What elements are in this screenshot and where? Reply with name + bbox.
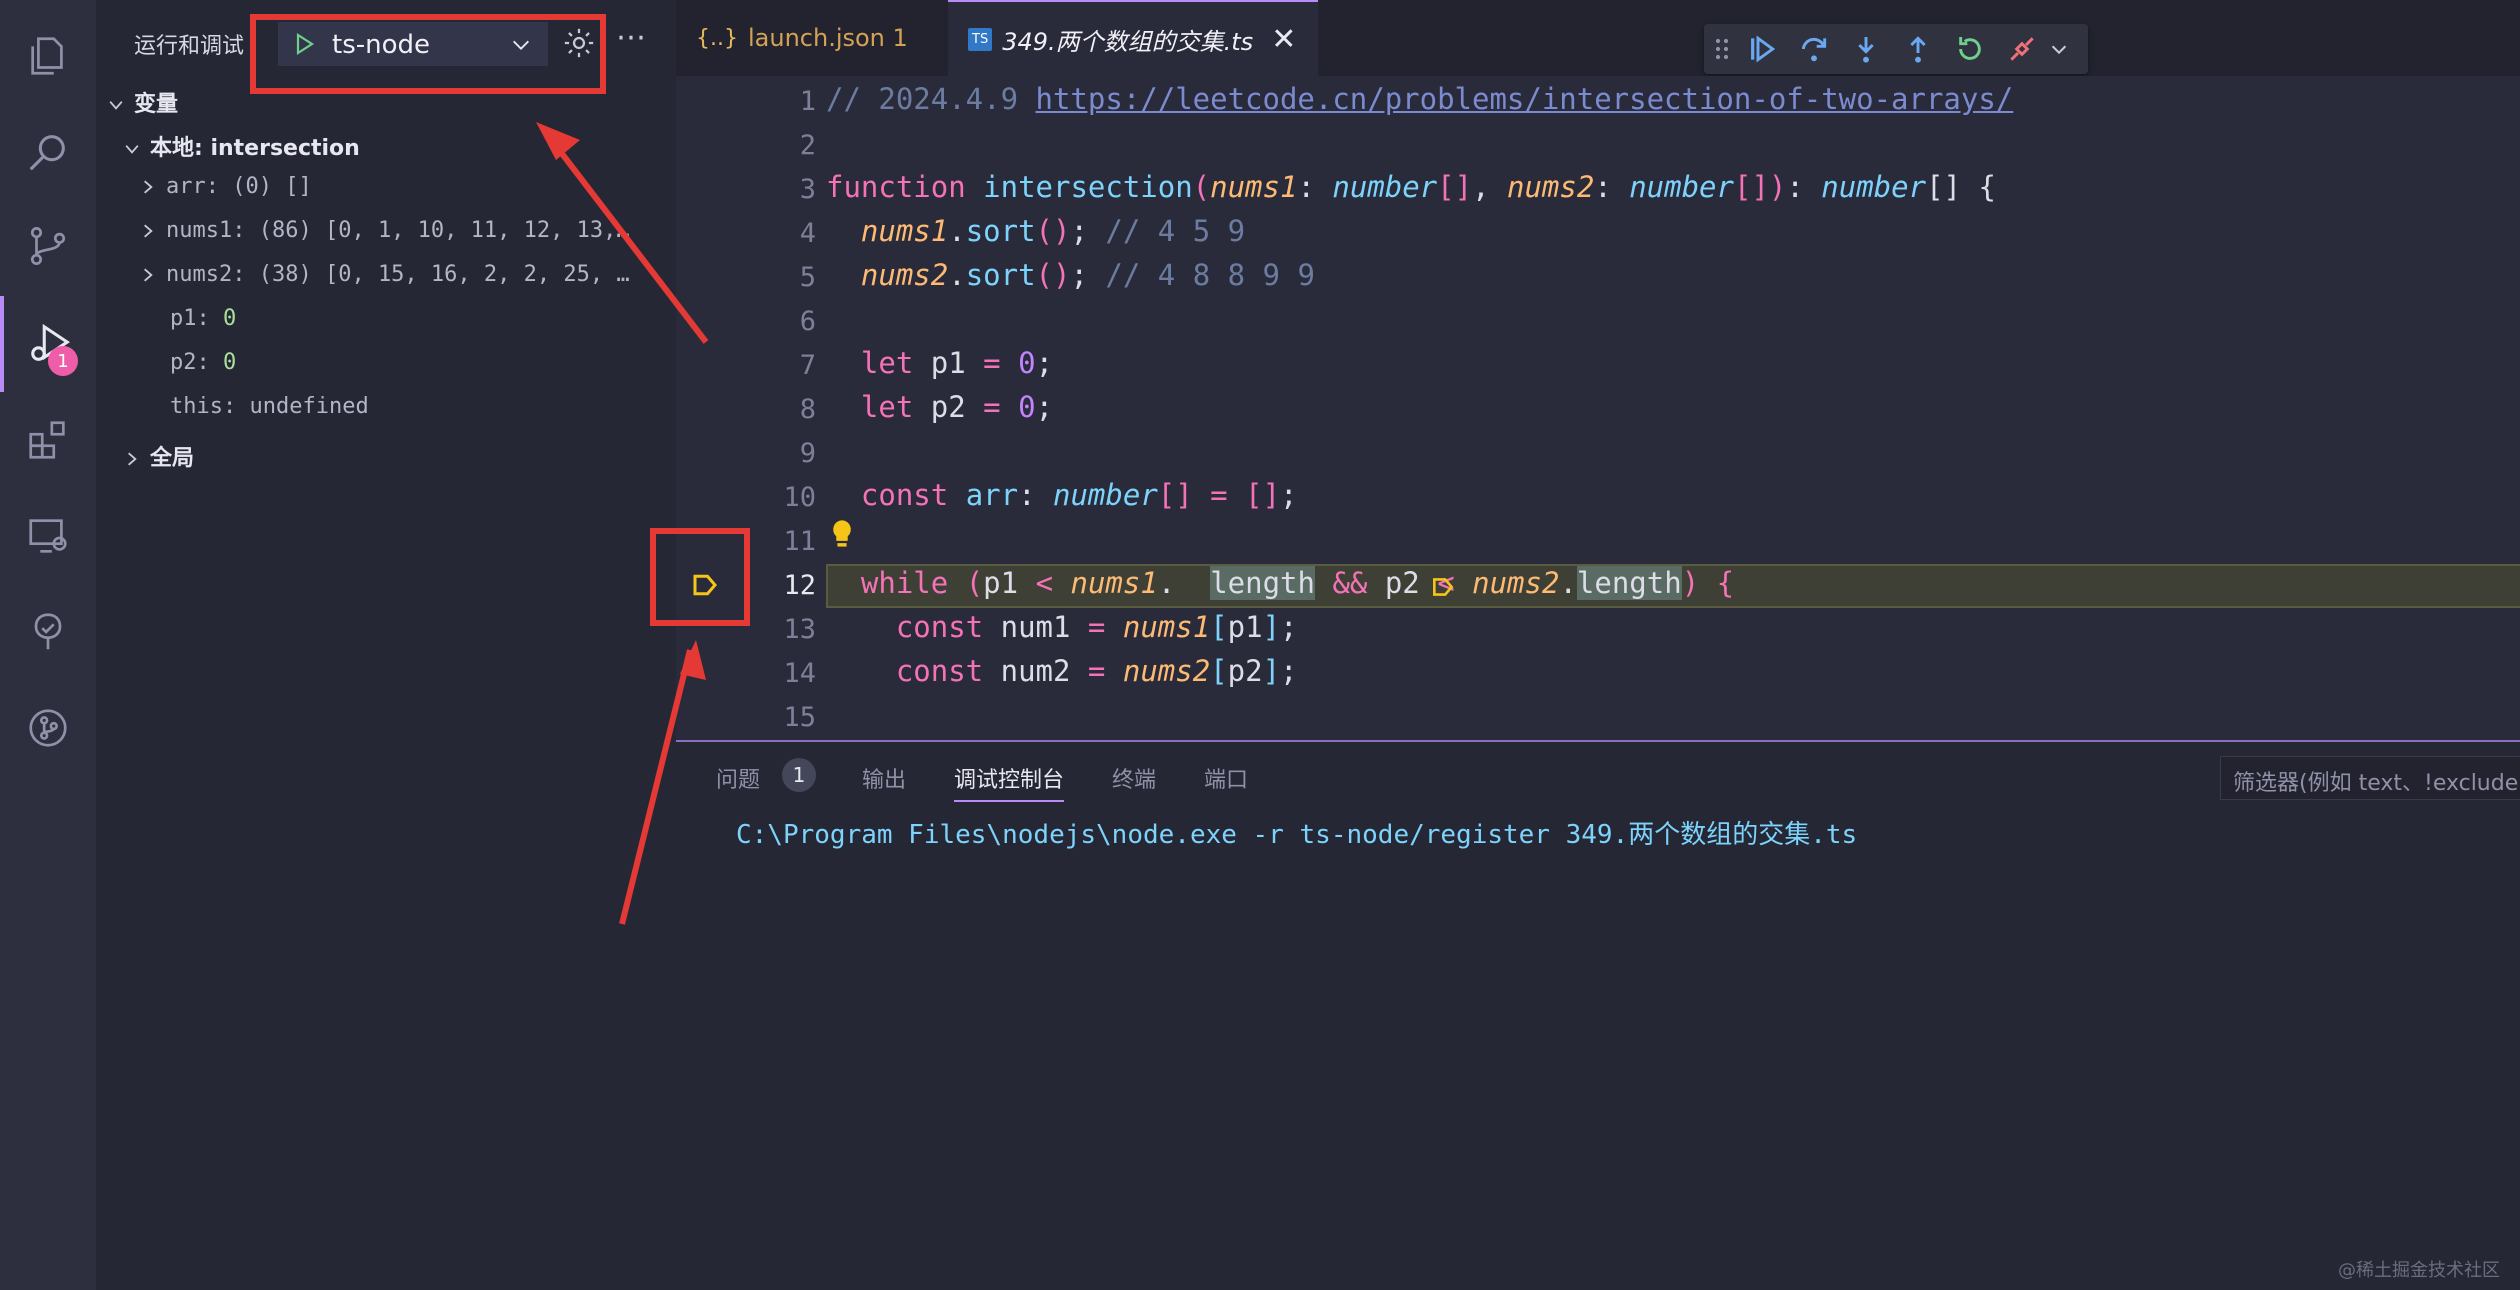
close-icon[interactable]: ✕ [1271, 22, 1296, 57]
line-number: 1 [799, 86, 816, 117]
chevron-right-icon[interactable] [138, 177, 158, 197]
global-scope-header[interactable]: 全局 [122, 440, 194, 472]
chevron-down-icon [125, 145, 139, 154]
code-line: nums1.sort(); // 4 5 9 [860, 214, 1246, 248]
step-over-icon[interactable] [1798, 33, 1830, 65]
step-out-icon[interactable] [1902, 33, 1934, 65]
debug-badge: 1 [48, 346, 78, 376]
annotation-box-launch-config [250, 14, 606, 94]
variable-value: (0) [] [232, 174, 312, 199]
line-number: 5 [799, 262, 816, 293]
local-scope-label: 本地: intersection [150, 136, 360, 161]
tab-launch-json[interactable]: {..} launch.json 1 [696, 0, 956, 76]
line-number: 3 [799, 174, 816, 205]
tab-ports[interactable]: 端口 [1204, 762, 1248, 794]
step-into-icon[interactable] [1850, 33, 1882, 65]
chevron-right-icon[interactable] [138, 265, 158, 285]
variable-row[interactable]: nums2: (38) [0, 15, 16, 2, 2, 25, … [138, 262, 674, 287]
code-line: nums2.sort(); // 4 8 8 9 9 [860, 258, 1315, 292]
variable-name: nums1: [166, 218, 246, 243]
tab-terminal[interactable]: 终端 [1112, 762, 1156, 794]
variable-value: 0 [223, 306, 237, 331]
code-line: // 2024.4.9 https://leetcode.cn/problems… [826, 82, 2013, 116]
tab-label: launch.json 1 [747, 24, 908, 52]
variable-name: p1: [170, 306, 210, 331]
more-actions-icon[interactable]: ⋯ [616, 20, 646, 55]
annotation-box-breakpoint [650, 528, 750, 626]
code-line: const arr: number[] = []; [860, 478, 1298, 512]
local-scope-header[interactable]: 本地: intersection [122, 130, 360, 162]
disconnect-icon[interactable] [2006, 33, 2038, 65]
console-output-line: C:\Program Files\nodejs\node.exe -r ts-n… [736, 820, 1858, 850]
activity-bar: 1 [0, 0, 96, 1290]
line-number: 10 [783, 482, 816, 513]
continue-icon[interactable] [1746, 33, 1778, 65]
search-icon[interactable] [0, 104, 96, 200]
debug-sidebar: 运行和调试 ts-node ⋯ 变量 本地: intersection arr:… [96, 0, 677, 1290]
code-line: const num2 = nums2[p2]; [895, 654, 1298, 688]
explorer-icon[interactable] [0, 8, 96, 104]
global-scope-label: 全局 [150, 446, 195, 471]
typescript-file-icon: TS [968, 27, 993, 51]
chevron-down-icon [109, 101, 123, 110]
variable-name: this: [170, 394, 237, 419]
bottom-panel: 问题 1 输出 调试控制台 终端 端口 筛选器(例如 text、!exclude… [676, 740, 2520, 1290]
variable-value: (86) [0, 1, 10, 11, 12, 13,… [258, 218, 630, 243]
variable-value: 0 [223, 350, 237, 375]
variable-row[interactable]: arr: (0) [] [138, 174, 312, 199]
variable-row[interactable]: this: undefined [170, 394, 369, 419]
variable-row[interactable]: nums1: (86) [0, 1, 10, 11, 12, 13,… [138, 218, 674, 243]
remote-explorer-icon[interactable] [0, 488, 96, 584]
git-graph-icon[interactable] [0, 680, 96, 776]
line-number: 7 [799, 350, 816, 381]
variable-row[interactable]: p1: 0 [170, 306, 236, 331]
testing-icon[interactable] [0, 584, 96, 680]
variable-row[interactable]: p2: 0 [170, 350, 236, 375]
debug-toolbar [1704, 24, 2088, 74]
line-number: 4 [799, 218, 816, 249]
tab-349-ts[interactable]: TS 349.两个数组的交集.ts ✕ [948, 0, 1318, 76]
editor-tabs: {..} launch.json 1 TS 349.两个数组的交集.ts ✕ [676, 0, 2520, 76]
source-control-icon[interactable] [0, 198, 96, 294]
code-line: let p1 = 0; [860, 346, 1054, 380]
restart-icon[interactable] [1954, 33, 1986, 65]
code-comment: // 2024.4.9 [826, 82, 1036, 116]
chevron-down-icon[interactable] [2048, 33, 2070, 65]
variable-name: arr: [166, 174, 219, 199]
code-editor[interactable]: 1 2 3 4 5 6 7 8 9 10 11 12 13 14 15 // 2… [676, 76, 2520, 740]
code-line: function intersection(nums1: number[], n… [826, 170, 1996, 204]
line-number: 9 [799, 438, 816, 469]
drag-handle-icon[interactable] [1712, 33, 1732, 65]
variable-name: p2: [170, 350, 210, 375]
sidebar-title: 运行和调试 [134, 34, 245, 59]
variable-value: undefined [249, 394, 369, 419]
run-debug-icon[interactable]: 1 [0, 296, 96, 392]
code-line: let p2 = 0; [860, 390, 1054, 424]
chevron-right-icon[interactable] [138, 221, 158, 241]
json-file-icon: {..} [696, 25, 738, 51]
variables-section-label: 变量 [134, 92, 179, 117]
lightbulb-icon[interactable] [828, 518, 856, 550]
inline-breakpoint-icon[interactable] [1430, 574, 1456, 600]
tab-output[interactable]: 输出 [862, 762, 906, 794]
tab-debug-console[interactable]: 调试控制台 [954, 762, 1065, 802]
problems-badge: 1 [782, 758, 816, 792]
tab-label: 349.两个数组的交集.ts [1002, 27, 1254, 56]
tab-problems[interactable]: 问题 [716, 762, 760, 794]
watermark: @稀土掘金技术社区 [2338, 1260, 2500, 1281]
code-link[interactable]: https://leetcode.cn/problems/intersectio… [1036, 82, 2014, 116]
code-line: while (p1 < nums1. length && p2 < nums2.… [860, 566, 1735, 600]
variables-section-header[interactable]: 变量 [106, 86, 178, 118]
extensions-icon[interactable] [0, 392, 96, 488]
line-number: 15 [783, 702, 816, 733]
line-number: 2 [799, 130, 816, 161]
chevron-right-icon [128, 452, 137, 466]
code-line: const num1 = nums1[p1]; [895, 610, 1298, 644]
console-filter-input[interactable]: 筛选器(例如 text、!exclude [2220, 756, 2520, 800]
line-number: 8 [799, 394, 816, 425]
line-number: 6 [799, 306, 816, 337]
variable-value: (38) [0, 15, 16, 2, 2, 25, … [258, 262, 630, 287]
variable-name: nums2: [166, 262, 246, 287]
line-number: 14 [783, 658, 816, 689]
